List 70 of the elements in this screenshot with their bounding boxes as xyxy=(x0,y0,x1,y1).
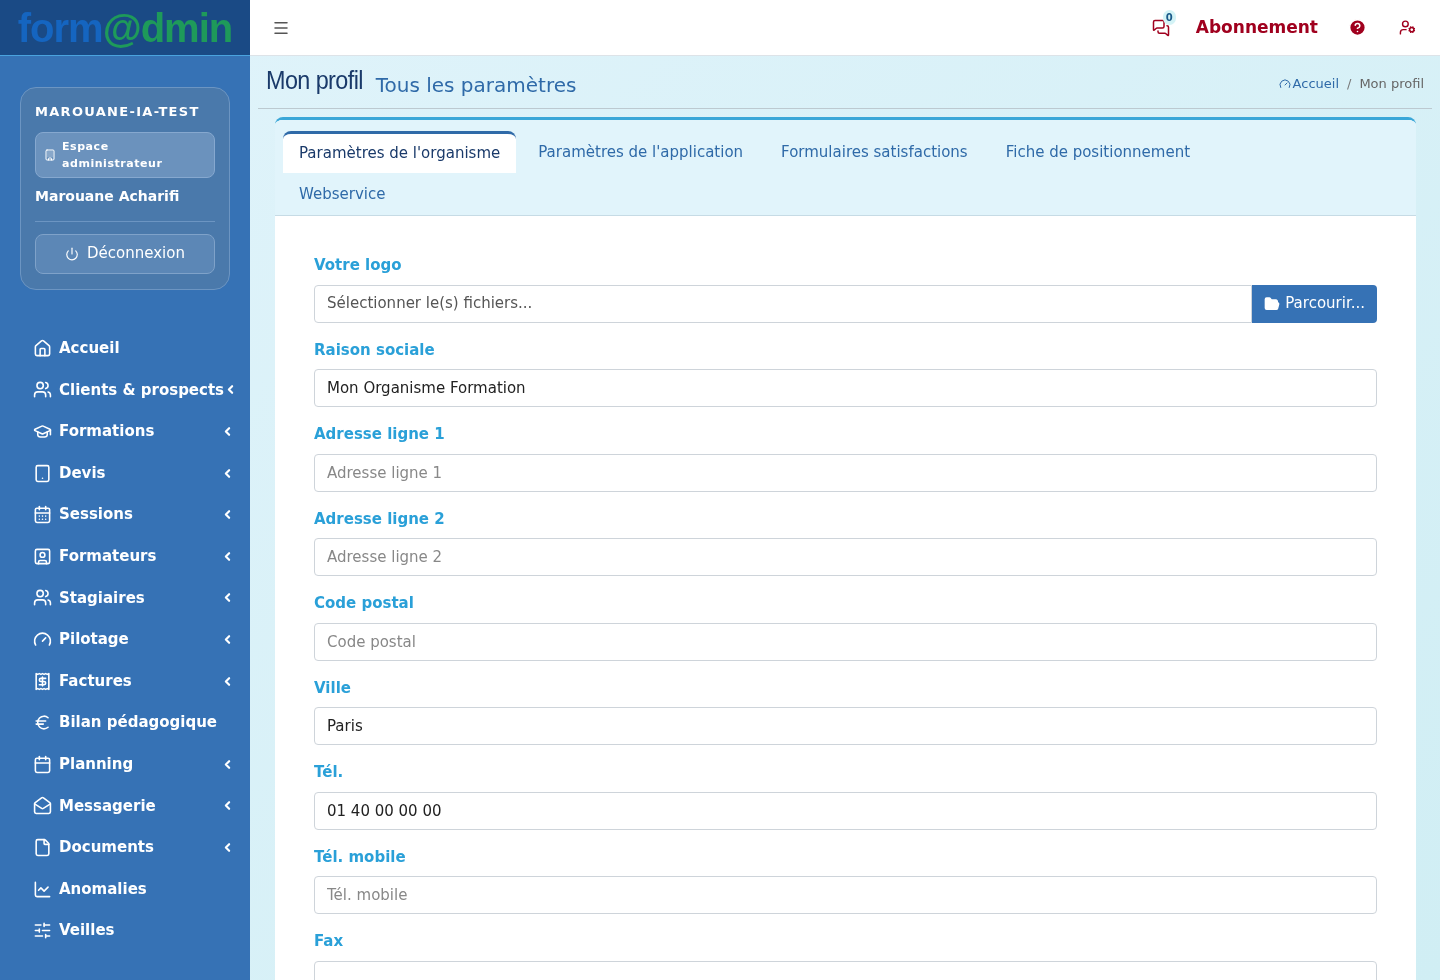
sidebar-item[interactable]: Planning xyxy=(0,743,250,786)
text-field[interactable]: 01 40 00 00 00 xyxy=(314,791,1377,830)
tab[interactable]: Paramètres de l'organisme xyxy=(283,131,517,173)
text-field[interactable]: Code postal xyxy=(314,622,1377,661)
page-subtitle: Tous les paramètres xyxy=(375,72,577,99)
file-field[interactable]: Sélectionner le(s) fichiers... xyxy=(314,284,1253,323)
organization-name: MAROUANE-IA-TEST xyxy=(35,103,201,121)
help-icon[interactable] xyxy=(1348,18,1367,37)
sliders-icon xyxy=(33,921,52,941)
text-field[interactable]: Adresse ligne 2 xyxy=(314,538,1377,576)
people-icon xyxy=(33,588,52,608)
tab[interactable]: Fiche de positionnement xyxy=(989,131,1207,173)
sidebar-item[interactable]: Anomalies xyxy=(0,868,250,910)
field-label: Tél. mobile xyxy=(314,846,407,868)
calendar-icon xyxy=(33,754,52,774)
subscription-link[interactable]: Abonnement xyxy=(1195,14,1318,41)
field-label: Adresse ligne 1 xyxy=(314,424,446,445)
sidebar-item[interactable]: Accueil xyxy=(0,327,250,370)
user-name: Marouane Acharifi xyxy=(35,185,215,222)
euro-icon xyxy=(33,713,52,733)
breadcrumb-current: Mon profil xyxy=(1359,75,1424,93)
user-settings-icon[interactable] xyxy=(1399,19,1416,36)
sidebar-item[interactable]: Pilotage xyxy=(0,618,250,661)
text-field[interactable]: Paris xyxy=(314,707,1377,745)
tab[interactable]: Paramètres de l'application xyxy=(522,131,760,173)
field-label: Code postal xyxy=(314,593,415,614)
sidebar-item[interactable]: Sessions xyxy=(0,493,250,536)
line-chart-icon xyxy=(33,879,52,899)
sidebar-item[interactable]: Factures xyxy=(0,660,250,702)
text-field[interactable]: Tél. mobile xyxy=(314,876,1377,914)
folder-icon xyxy=(1264,295,1281,312)
field-label: Votre logo xyxy=(314,255,403,276)
page-title: Mon profil xyxy=(266,64,363,97)
calendar-icon xyxy=(33,505,52,525)
logout-button[interactable]: Déconnexion xyxy=(35,233,215,274)
sidebar-item[interactable]: Stagiaires xyxy=(0,577,250,619)
field-label: Fax xyxy=(314,931,345,952)
graduation-cap-icon xyxy=(33,422,52,441)
gauge-icon xyxy=(1278,77,1291,90)
envelope-icon xyxy=(33,796,52,816)
people-icon xyxy=(33,380,52,400)
file-icon xyxy=(33,837,52,857)
breadcrumb-link[interactable]: Accueil xyxy=(1278,74,1339,94)
sidebar-item[interactable]: Documents xyxy=(0,826,250,869)
sidebar-item[interactable]: Messagerie xyxy=(0,785,250,827)
sidebar-item[interactable]: Veilles xyxy=(0,909,250,952)
field-label: Tél. xyxy=(314,762,345,783)
sidebar-item[interactable]: Bilan pédagogique xyxy=(0,701,250,744)
message-count-badge: 0 xyxy=(1162,9,1176,25)
tab[interactable]: Webservice xyxy=(283,173,402,215)
browse-button[interactable]: Parcourir... xyxy=(1252,284,1377,323)
home-icon xyxy=(33,338,52,358)
tab[interactable]: Formulaires satisfactions xyxy=(765,131,984,173)
sidebar-item[interactable]: Devis xyxy=(0,452,250,494)
text-field[interactable]: Adresse ligne 1 xyxy=(314,453,1377,492)
gauge-icon xyxy=(33,629,52,649)
breadcrumb-separator: / xyxy=(1347,75,1352,93)
power-icon xyxy=(65,246,80,261)
user-board-icon xyxy=(33,546,52,566)
sidebar-item[interactable]: Formateurs xyxy=(0,535,250,578)
field-label: Adresse ligne 2 xyxy=(314,508,446,530)
building-icon xyxy=(44,148,56,161)
tablet-icon xyxy=(33,463,52,483)
sidebar-item[interactable]: Clients & prospects xyxy=(0,369,250,411)
field-label: Ville xyxy=(314,677,352,699)
space-label: Espace administrateur xyxy=(62,138,164,172)
field-label: Raison sociale xyxy=(314,339,436,361)
receipt-icon xyxy=(33,671,52,691)
sidebar-item[interactable]: Formations xyxy=(0,410,250,453)
text-field[interactable]: Mon Organisme Formation xyxy=(314,369,1377,407)
